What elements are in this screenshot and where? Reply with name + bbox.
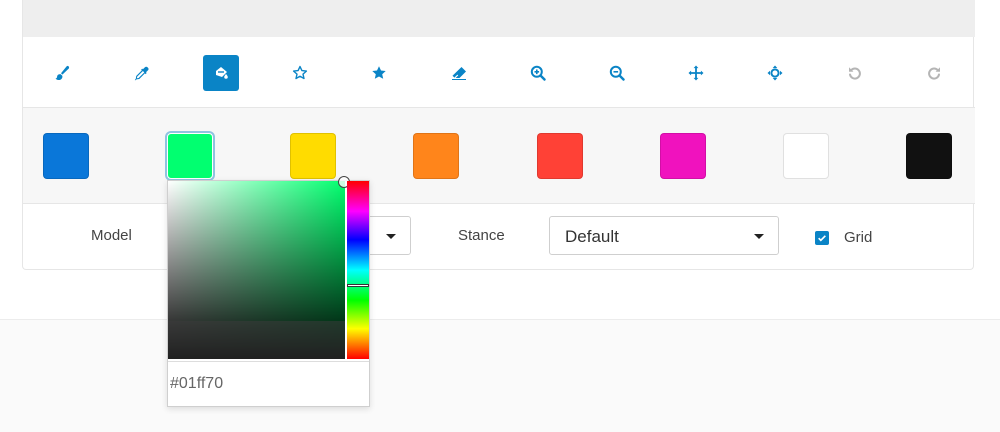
tool-toolbar <box>23 38 975 108</box>
zoom-out-button[interactable] <box>599 55 635 91</box>
color-swatch-white[interactable] <box>783 133 829 179</box>
editor-card: Model Stance Default Grid <box>22 0 975 270</box>
stance-label: Stance <box>458 227 505 244</box>
undo-icon <box>849 67 861 80</box>
editor-header-strip <box>23 0 975 37</box>
settings-row: Model Stance Default Grid <box>23 204 975 270</box>
zoom-in-icon <box>530 65 546 81</box>
brush-tool-button[interactable] <box>44 55 80 91</box>
zoom-in-button[interactable] <box>520 55 556 91</box>
color-picker-popup <box>167 176 370 407</box>
fill-bucket-icon <box>216 67 228 79</box>
hue-slider[interactable] <box>347 181 369 359</box>
star-outline-tool-button[interactable] <box>282 55 318 91</box>
stance-select-value: Default <box>565 227 619 246</box>
star-filled-tool-button[interactable] <box>361 55 397 91</box>
star-filled-icon <box>372 66 386 79</box>
model-label: Model <box>91 227 132 244</box>
grid-label: Grid <box>844 229 873 246</box>
chevron-down-icon <box>754 234 764 239</box>
hue-slider-handle[interactable] <box>347 284 369 287</box>
redo-button[interactable] <box>916 55 952 91</box>
color-swatch-magenta[interactable] <box>660 133 706 179</box>
color-swatch-orange[interactable] <box>413 133 459 179</box>
eyedropper-tool-button[interactable] <box>124 55 160 91</box>
eraser-icon <box>452 67 466 80</box>
color-swatch-green[interactable] <box>167 133 213 179</box>
fill-tool-button[interactable] <box>203 55 239 91</box>
stance-select[interactable]: Default <box>549 216 779 255</box>
color-swatch-black[interactable] <box>906 133 952 179</box>
zoom-out-icon <box>609 65 625 81</box>
color-swatch-blue[interactable] <box>43 133 89 179</box>
grid-checkbox[interactable] <box>815 231 829 245</box>
saturation-value-shade <box>168 321 345 359</box>
color-swatch-yellow[interactable] <box>290 133 336 179</box>
color-swatch-red[interactable] <box>537 133 583 179</box>
eyedropper-icon <box>134 66 149 81</box>
reset-position-button[interactable] <box>757 55 793 91</box>
checkmark-icon <box>818 235 826 242</box>
reset-position-icon <box>767 65 783 81</box>
move-tool-button[interactable] <box>678 55 714 91</box>
paintbrush-icon <box>55 65 70 80</box>
color-palette <box>23 108 975 204</box>
saturation-value-area[interactable] <box>168 181 345 359</box>
eraser-tool-button[interactable] <box>441 55 477 91</box>
redo-icon <box>928 67 940 80</box>
star-outline-icon <box>292 65 308 80</box>
move-icon <box>688 65 704 81</box>
page-footer-area <box>0 319 1000 432</box>
hex-color-input[interactable] <box>168 361 369 406</box>
undo-button[interactable] <box>837 55 873 91</box>
chevron-down-icon <box>386 234 396 239</box>
